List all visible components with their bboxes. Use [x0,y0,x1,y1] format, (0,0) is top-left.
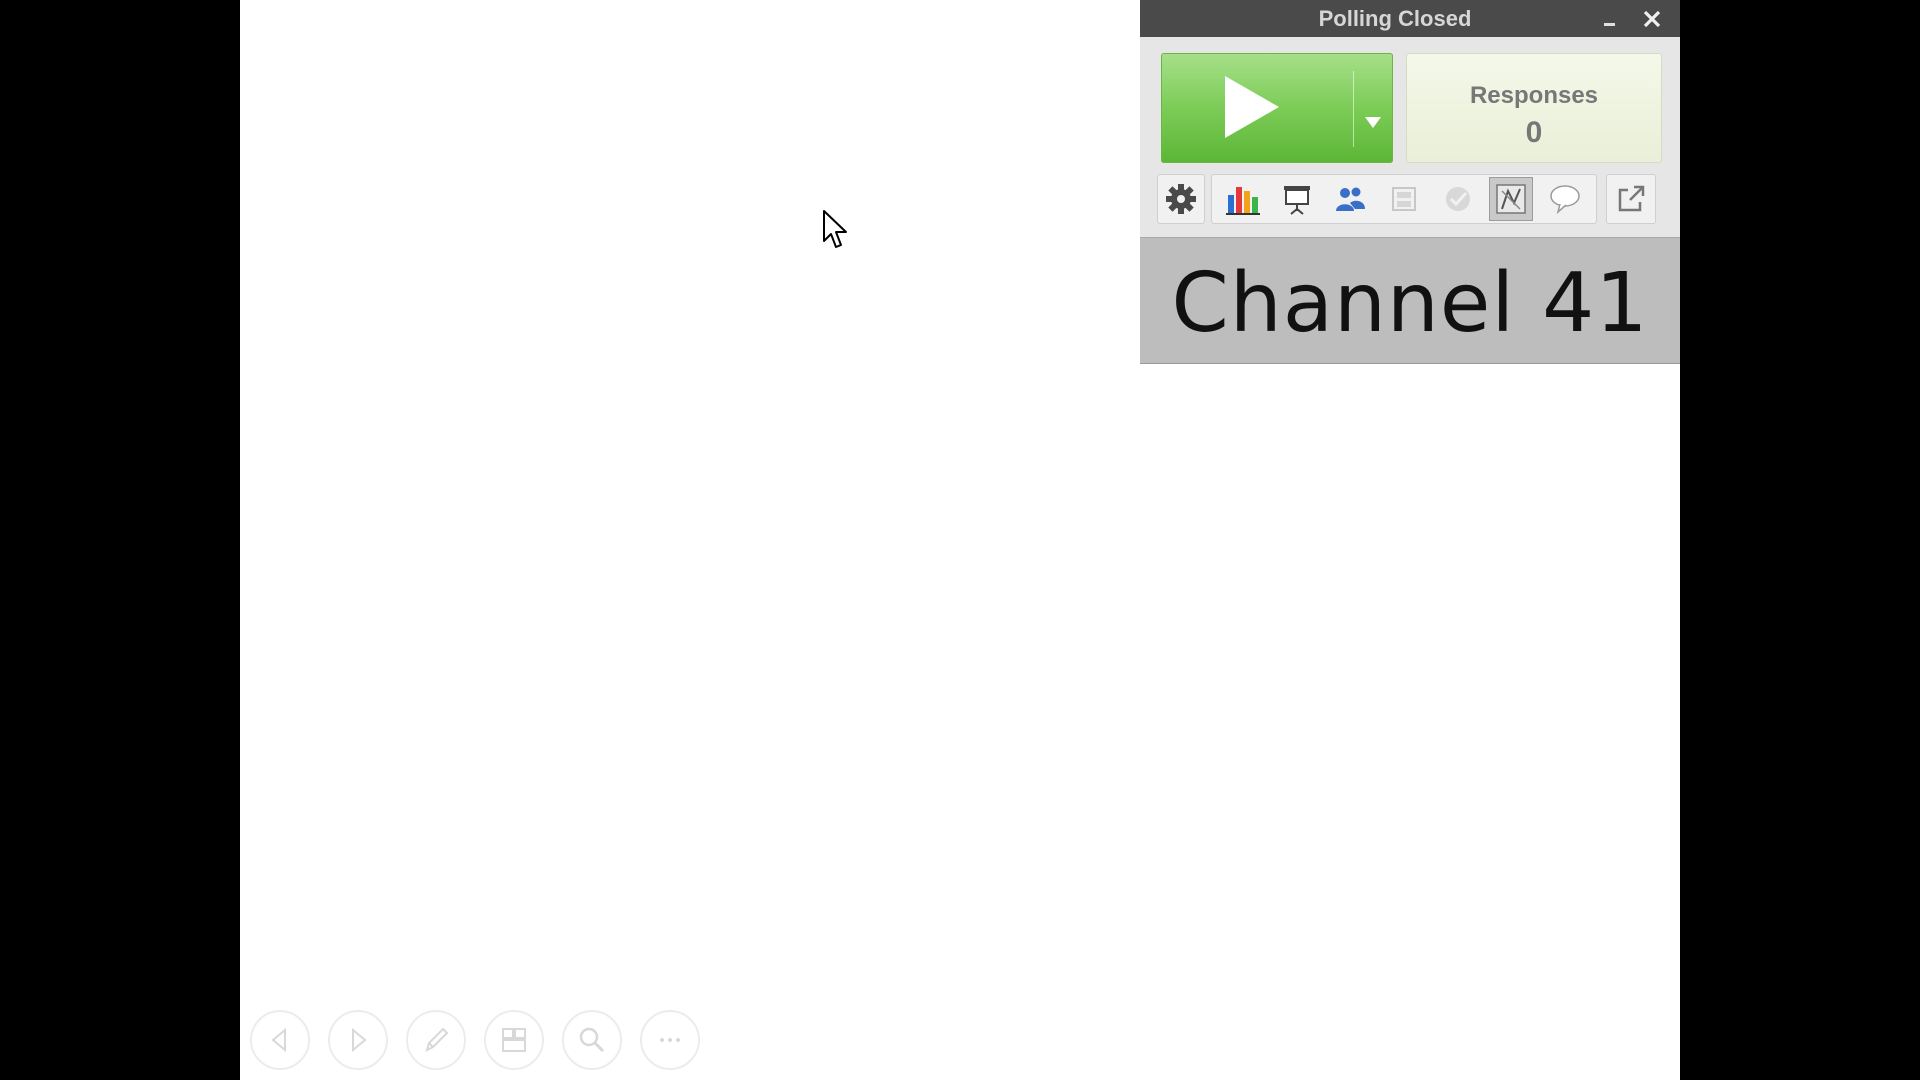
show-chart-button[interactable] [1221,177,1265,221]
poll-tools-group [1211,174,1597,224]
play-icon [1225,76,1279,138]
minimize-button[interactable] [1595,4,1625,34]
poll-titlebar[interactable]: Polling Closed [1140,0,1680,37]
channel-label: Channel 41 [1171,256,1649,351]
poll-body: Responses 0 [1140,37,1680,237]
responses-count: 0 [1525,116,1543,149]
pen-button[interactable] [406,1010,466,1070]
button-divider [1353,71,1354,147]
close-icon [1643,10,1661,28]
previous-icon [271,1027,286,1053]
gear-icon [1166,184,1196,214]
dropdown-arrow-icon[interactable] [1363,115,1383,129]
speech-bubble-icon [1550,185,1580,215]
chart-view-button[interactable] [1489,177,1534,221]
close-button[interactable] [1637,4,1667,34]
chart-view-icon [1496,184,1527,214]
start-polling-button[interactable] [1161,53,1393,163]
more-options-button[interactable] [640,1010,700,1070]
grid-icon [1391,187,1416,211]
minimize-icon [1604,23,1615,26]
mouse-cursor-icon [823,210,847,248]
bar-chart-icon [1225,187,1260,215]
zoom-icon [579,1027,605,1053]
polling-widget: Polling Closed Responses 0 Channel 41 [1140,0,1680,364]
responses-label: Responses [1469,82,1599,109]
next-slide-button[interactable] [328,1010,388,1070]
zoom-button[interactable] [562,1010,622,1070]
comment-button[interactable] [1543,177,1587,221]
show-on-slide-button[interactable] [1275,177,1319,221]
presentation-icon [1283,186,1310,215]
more-icon [660,1038,680,1042]
check-icon [1445,187,1470,211]
slides-icon [502,1028,526,1052]
channel-display: Channel 41 [1140,237,1680,363]
screen: Polling Closed Responses 0 Channel 41 [0,0,1920,1080]
see-all-slides-button[interactable] [484,1010,544,1070]
pen-icon [425,1027,449,1052]
responses-panel[interactable]: Responses 0 [1406,53,1662,163]
settings-button[interactable] [1157,174,1205,224]
grid-view-button[interactable] [1382,177,1426,221]
presenter-toolbar [250,1010,700,1072]
next-icon [352,1027,367,1053]
correct-answer-button[interactable] [1436,177,1480,221]
poll-title: Polling Closed [1318,6,1472,31]
participants-button[interactable] [1328,177,1372,221]
poll-tool-row [1157,174,1663,226]
export-button[interactable] [1606,174,1656,224]
participants-icon [1336,187,1366,211]
export-icon [1618,185,1645,212]
previous-slide-button[interactable] [250,1010,310,1070]
